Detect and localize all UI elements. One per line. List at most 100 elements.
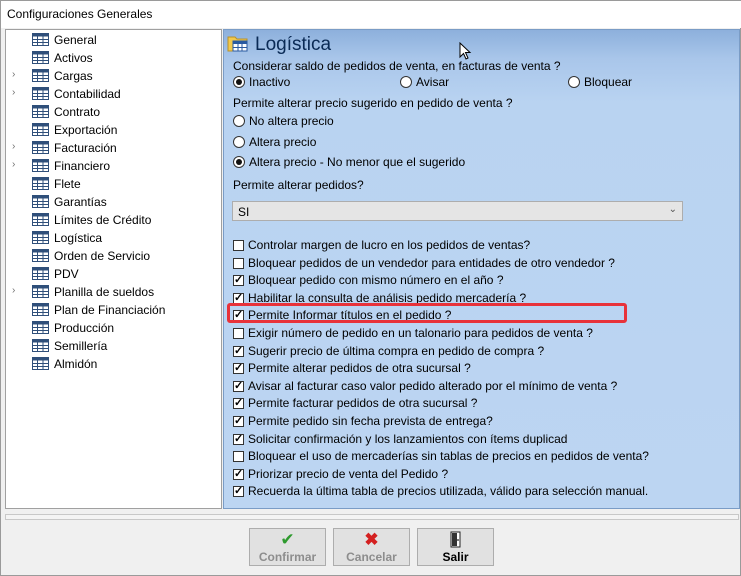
expand-arrow-icon[interactable]: ›	[12, 87, 22, 99]
radio-bloquear[interactable]	[568, 76, 580, 88]
alterar-pedidos-select[interactable]: SI ⌄	[232, 201, 683, 221]
option-checkbox-label: Avisar al facturar caso valor pedido alt…	[248, 378, 618, 393]
tree-item[interactable]: Contrato	[6, 103, 221, 121]
radio-altera-precio-no-menor-label: Altera precio - No menor que el sugerido	[249, 155, 466, 169]
confirm-label: Confirmar	[258, 550, 317, 564]
option-checkbox[interactable]	[233, 432, 244, 446]
option-checkbox-label: Bloquear el uso de mercaderías sin tabla…	[248, 449, 649, 464]
tree-item[interactable]: Flete	[6, 175, 221, 193]
table-icon	[32, 303, 49, 316]
tree-item[interactable]: › Planilla de sueldos	[6, 283, 221, 301]
option-checkbox[interactable]	[233, 328, 244, 339]
radio-no-altera-precio-label: No altera precio	[249, 114, 334, 128]
tree-item-label: Logística	[54, 231, 103, 245]
table-icon	[32, 87, 49, 100]
table-icon	[32, 249, 49, 262]
table-icon	[32, 213, 49, 226]
expand-arrow-icon[interactable]: ›	[12, 141, 22, 153]
tree-item[interactable]: Semillería	[6, 337, 221, 355]
mouse-cursor-icon	[459, 42, 472, 60]
table-icon	[32, 159, 49, 172]
tree-item-label: Semillería	[54, 339, 108, 353]
exit-label: Salir	[442, 550, 469, 564]
tree-item[interactable]: General	[6, 31, 221, 49]
tree-item-label: Plan de Financiación	[54, 303, 166, 317]
option-checkbox-label: Exigir número de pedido en un talonario …	[248, 326, 593, 340]
title-bar: Configuraciones Generales	[1, 1, 741, 28]
tree-item-label: Almidón	[54, 357, 98, 371]
table-icon	[32, 267, 49, 280]
tree-item-label: Exportación	[54, 123, 118, 137]
tree-item-label: Financiero	[54, 159, 111, 173]
tree-item[interactable]: Almidón	[6, 355, 221, 373]
expand-arrow-icon[interactable]: ›	[12, 69, 22, 81]
highlight-box	[227, 303, 627, 323]
option-checkbox-label: Controlar margen de lucro en los pedidos…	[248, 238, 531, 252]
tree-item[interactable]: Activos	[6, 49, 221, 67]
table-icon	[32, 33, 49, 46]
table-icon	[32, 141, 49, 154]
tree-item[interactable]: › Financiero	[6, 157, 221, 175]
option-checkbox-label: Permite alterar pedidos de otra sucursal…	[248, 361, 471, 376]
tree-item[interactable]: Plan de Financiación	[6, 301, 221, 319]
radio-avisar[interactable]	[400, 76, 412, 88]
tree-item[interactable]: Producción	[6, 319, 221, 337]
tree-item[interactable]: Exportación	[6, 121, 221, 139]
table-icon	[32, 321, 49, 334]
cancel-label: Cancelar	[346, 550, 397, 564]
folder-table-icon	[227, 36, 248, 52]
tree-item-label: Activos	[54, 51, 93, 65]
option-checkbox[interactable]	[233, 451, 244, 463]
option-checkbox[interactable]	[233, 240, 244, 251]
tree-item[interactable]: › Cargas	[6, 67, 221, 85]
q2-label: Permite alterar precio sugerido en pedid…	[233, 96, 513, 110]
table-icon	[32, 105, 49, 118]
option-checkbox[interactable]	[233, 414, 244, 428]
tree-item-label: General	[54, 33, 97, 47]
option-checkbox[interactable]	[233, 361, 244, 375]
option-checkbox-label: Recuerda la última tabla de precios util…	[248, 484, 649, 499]
radio-altera-precio-no-menor[interactable]	[233, 156, 245, 168]
tree-item[interactable]: Límites de Crédito	[6, 211, 221, 229]
option-checkbox[interactable]	[233, 344, 244, 358]
tree-item-label: Cargas	[54, 69, 93, 83]
option-checkbox-label: Sugerir precio de última compra en pedid…	[248, 343, 545, 358]
expand-arrow-icon[interactable]: ›	[12, 159, 22, 171]
radio-altera-precio[interactable]	[233, 136, 245, 148]
confirm-button[interactable]: ✔ Confirmar	[249, 528, 326, 566]
tree-item[interactable]: Orden de Servicio	[6, 247, 221, 265]
expand-arrow-icon[interactable]: ›	[12, 285, 22, 297]
q3-label: Permite alterar pedidos?	[233, 178, 364, 192]
exit-button[interactable]: Salir	[417, 528, 494, 566]
tree-item[interactable]: Logística	[6, 229, 221, 247]
door-exit-icon	[418, 531, 493, 551]
option-checkbox[interactable]	[233, 379, 244, 393]
tree-item-label: Contabilidad	[54, 87, 121, 101]
tree-item-label: Flete	[54, 177, 81, 191]
tree-item[interactable]: › Facturación	[6, 139, 221, 157]
option-checkbox[interactable]	[233, 273, 244, 287]
table-icon	[32, 285, 49, 298]
option-checkbox[interactable]	[233, 257, 244, 269]
tree-item[interactable]: PDV	[6, 265, 221, 283]
radio-inactivo-label: Inactivo	[249, 75, 291, 89]
q1-label: Considerar saldo de pedidos de venta, en…	[233, 59, 561, 73]
configuraciones-window: Configuraciones Generales General Activos…	[0, 0, 741, 576]
table-icon	[32, 357, 49, 370]
settings-panel: Logística Considerar saldo de pedidos de…	[223, 29, 740, 509]
table-icon	[32, 69, 49, 82]
category-tree[interactable]: General Activos › Cargas › Contabilidad Contra…	[5, 29, 222, 509]
option-checkbox-label: Priorizar precio de venta del Pedido ?	[248, 466, 449, 481]
radio-no-altera-precio[interactable]	[233, 115, 245, 127]
tree-item[interactable]: Garantías	[6, 193, 221, 211]
panel-title: Logística	[255, 34, 332, 55]
option-checkbox[interactable]	[233, 396, 244, 410]
tree-item-label: Producción	[54, 321, 115, 335]
radio-inactivo[interactable]	[233, 76, 245, 88]
radio-altera-precio-label: Altera precio	[249, 135, 317, 149]
option-checkbox[interactable]	[233, 484, 244, 498]
table-icon	[32, 123, 49, 136]
option-checkbox[interactable]	[233, 467, 244, 481]
cancel-button[interactable]: ✖ Cancelar	[333, 528, 410, 566]
tree-item[interactable]: › Contabilidad	[6, 85, 221, 103]
